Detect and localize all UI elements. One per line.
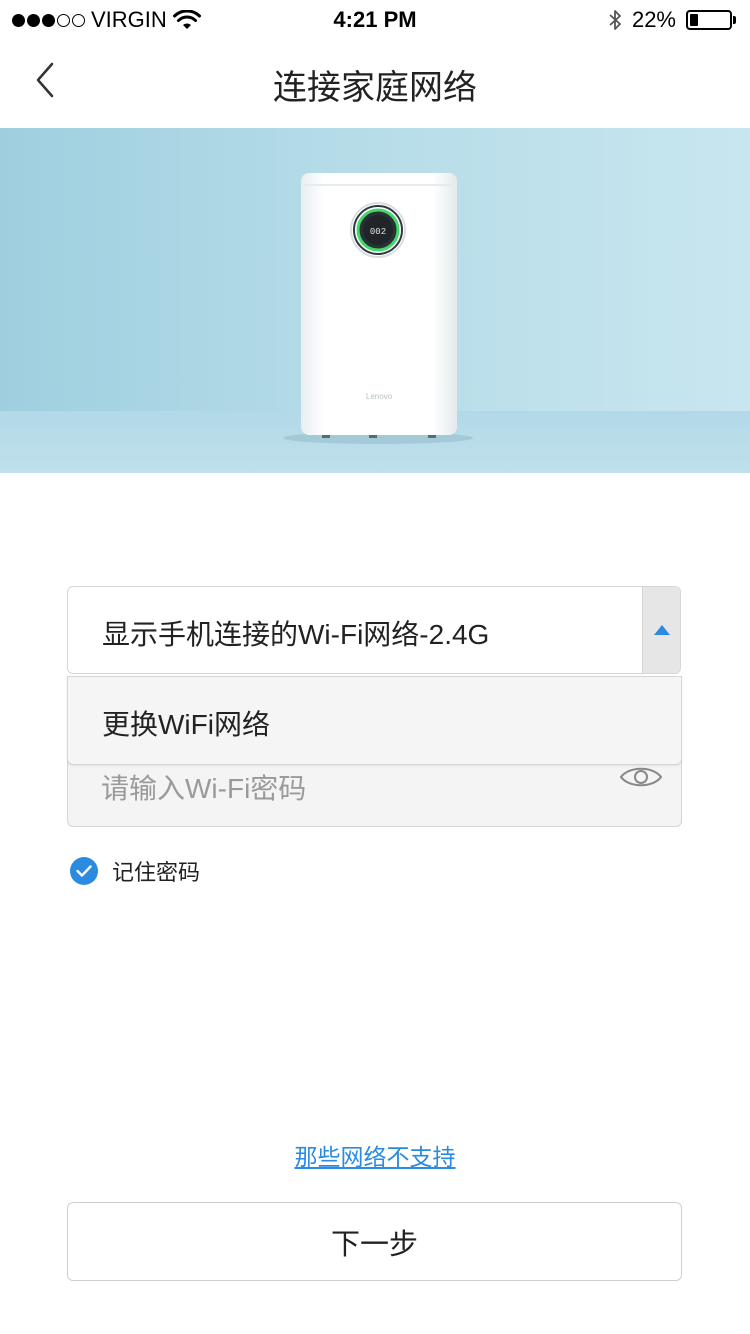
device-display-text: 002 <box>370 227 386 237</box>
unsupported-networks-link[interactable]: 那些网络不支持 <box>0 1138 750 1172</box>
password-input[interactable]: 请输入Wi-Fi密码 <box>101 767 306 807</box>
checkmark-icon <box>76 865 92 877</box>
dropdown-toggle-button[interactable] <box>642 587 680 673</box>
battery-icon <box>686 10 736 30</box>
bluetooth-icon <box>609 10 621 30</box>
device-brand-text: Lenovo <box>366 392 393 401</box>
triangle-up-icon <box>653 625 670 635</box>
battery-percent: 22% <box>631 7 676 32</box>
remember-password-checkbox[interactable] <box>70 857 98 885</box>
battery-level <box>690 14 699 26</box>
navigation-bar: 连接家庭网络 <box>0 40 750 126</box>
status-bar-right: 22% <box>608 7 736 33</box>
hero-banner: 002 Lenovo <box>0 128 750 473</box>
eye-icon[interactable] <box>619 763 663 791</box>
change-wifi-label: 更换WiFi网络 <box>102 709 270 740</box>
air-purifier-image: 002 Lenovo <box>283 173 473 444</box>
remember-password[interactable]: 记住密码 <box>70 855 200 887</box>
wifi-network-dropdown[interactable]: 显示手机连接的Wi-Fi网络-2.4G <box>67 586 681 674</box>
dropdown-option-change-wifi[interactable]: 更换WiFi网络 <box>67 676 682 765</box>
next-step-button[interactable]: 下一步 <box>67 1202 682 1281</box>
current-network-label: 显示手机连接的Wi-Fi网络-2.4G <box>102 619 490 650</box>
remember-password-label: 记住密码 <box>112 860 201 885</box>
status-bar: VIRGIN 4:21 PM 22% <box>0 0 750 40</box>
page-title: 连接家庭网络 <box>273 69 477 107</box>
